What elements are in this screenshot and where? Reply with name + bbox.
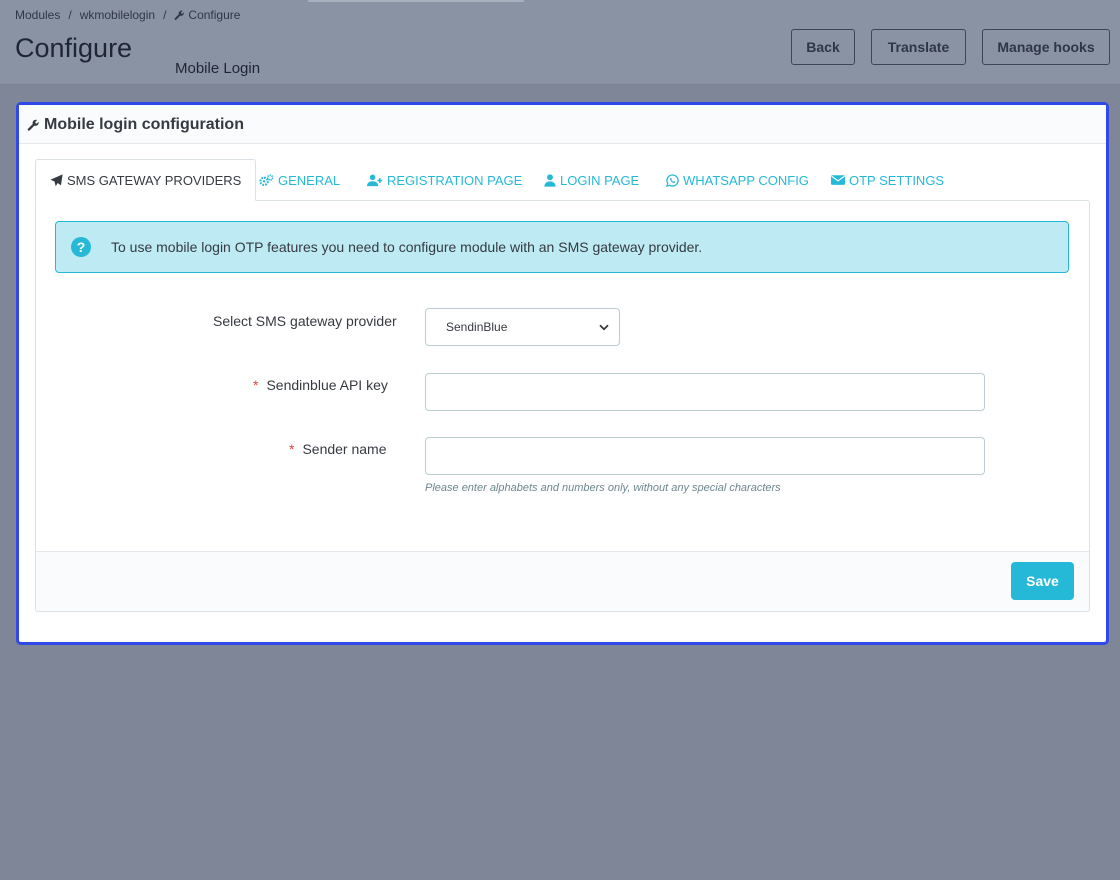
sender-name-input[interactable] bbox=[425, 437, 985, 475]
tab-label: SMS GATEWAY PROVIDERS bbox=[67, 172, 242, 188]
breadcrumb-item-module[interactable]: wkmobilelogin bbox=[80, 8, 155, 22]
tab-label: OTP SETTINGS bbox=[849, 172, 945, 188]
sendinblue-api-key-input[interactable] bbox=[425, 373, 985, 411]
tab-general[interactable]: GENERAL bbox=[259, 159, 340, 201]
wrench-icon bbox=[175, 10, 185, 20]
user-plus-icon bbox=[367, 174, 383, 186]
breadcrumb-separator: / bbox=[163, 8, 167, 22]
page-header: Modules / wkmobilelogin / Configure Conf… bbox=[0, 0, 1120, 85]
configuration-panel: Mobile login configuration SMS GATEWAY P… bbox=[16, 102, 1109, 645]
wrench-icon bbox=[27, 119, 39, 131]
tab-whatsapp-config[interactable]: WHATSAPP CONFIG bbox=[666, 159, 809, 201]
api-key-label-text: Sendinblue API key bbox=[266, 377, 388, 393]
panel-header: Mobile login configuration bbox=[19, 105, 1106, 144]
sms-provider-select[interactable]: SendinBlue bbox=[425, 308, 620, 346]
api-key-label: * Sendinblue API key bbox=[253, 377, 388, 393]
page-subtitle: Mobile Login bbox=[175, 60, 261, 77]
panel-title: Mobile login configuration bbox=[27, 116, 244, 134]
sms-provider-selected-value: SendinBlue bbox=[446, 320, 508, 334]
sender-name-label: * Sender name bbox=[289, 441, 387, 457]
breadcrumb-item-modules[interactable]: Modules bbox=[15, 8, 60, 22]
tab-sms-gateway-providers[interactable]: SMS GATEWAY PROVIDERS bbox=[35, 159, 257, 201]
alert-text: To use mobile login OTP features you nee… bbox=[111, 239, 703, 255]
sender-name-label-text: Sender name bbox=[302, 441, 387, 457]
save-button[interactable]: Save bbox=[1011, 562, 1074, 600]
form-footer: Save bbox=[36, 551, 1089, 611]
tab-login-page[interactable]: LOGIN PAGE bbox=[544, 159, 639, 201]
tab-label: LOGIN PAGE bbox=[560, 172, 640, 188]
tab-content-sms-gateway-providers: ? To use mobile login OTP features you n… bbox=[35, 200, 1090, 612]
manage-hooks-button[interactable]: Manage hooks bbox=[982, 29, 1110, 65]
sender-name-help: Please enter alphabets and numbers only,… bbox=[425, 482, 781, 494]
gears-icon bbox=[259, 173, 274, 186]
breadcrumb-separator: / bbox=[68, 8, 72, 22]
tab-label: WHATSAPP CONFIG bbox=[683, 172, 809, 188]
breadcrumb: Modules / wkmobilelogin / Configure bbox=[15, 8, 240, 22]
envelope-icon bbox=[831, 175, 845, 185]
tab-bar: SMS GATEWAY PROVIDERS GENERAL REGISTRATI… bbox=[35, 159, 1091, 201]
whatsapp-icon bbox=[666, 173, 679, 187]
tab-label: GENERAL bbox=[278, 172, 341, 188]
tab-registration-page[interactable]: REGISTRATION PAGE bbox=[367, 159, 522, 201]
back-button[interactable]: Back bbox=[791, 29, 855, 65]
tab-otp-settings[interactable]: OTP SETTINGS bbox=[831, 159, 944, 201]
user-icon bbox=[544, 173, 556, 187]
provider-label: Select SMS gateway provider bbox=[213, 313, 397, 329]
header-strip bbox=[308, 0, 524, 2]
required-marker: * bbox=[289, 441, 295, 457]
chevron-down-icon bbox=[599, 324, 609, 330]
question-circle-icon: ? bbox=[71, 237, 91, 257]
paper-plane-icon bbox=[50, 173, 63, 186]
tab-label: REGISTRATION PAGE bbox=[387, 172, 523, 188]
translate-button[interactable]: Translate bbox=[871, 29, 966, 65]
required-marker: * bbox=[253, 377, 259, 393]
page-title: Configure bbox=[15, 33, 133, 63]
panel-title-text: Mobile login configuration bbox=[44, 116, 244, 133]
info-alert: ? To use mobile login OTP features you n… bbox=[55, 221, 1069, 273]
breadcrumb-item-configure: Configure bbox=[188, 8, 241, 22]
